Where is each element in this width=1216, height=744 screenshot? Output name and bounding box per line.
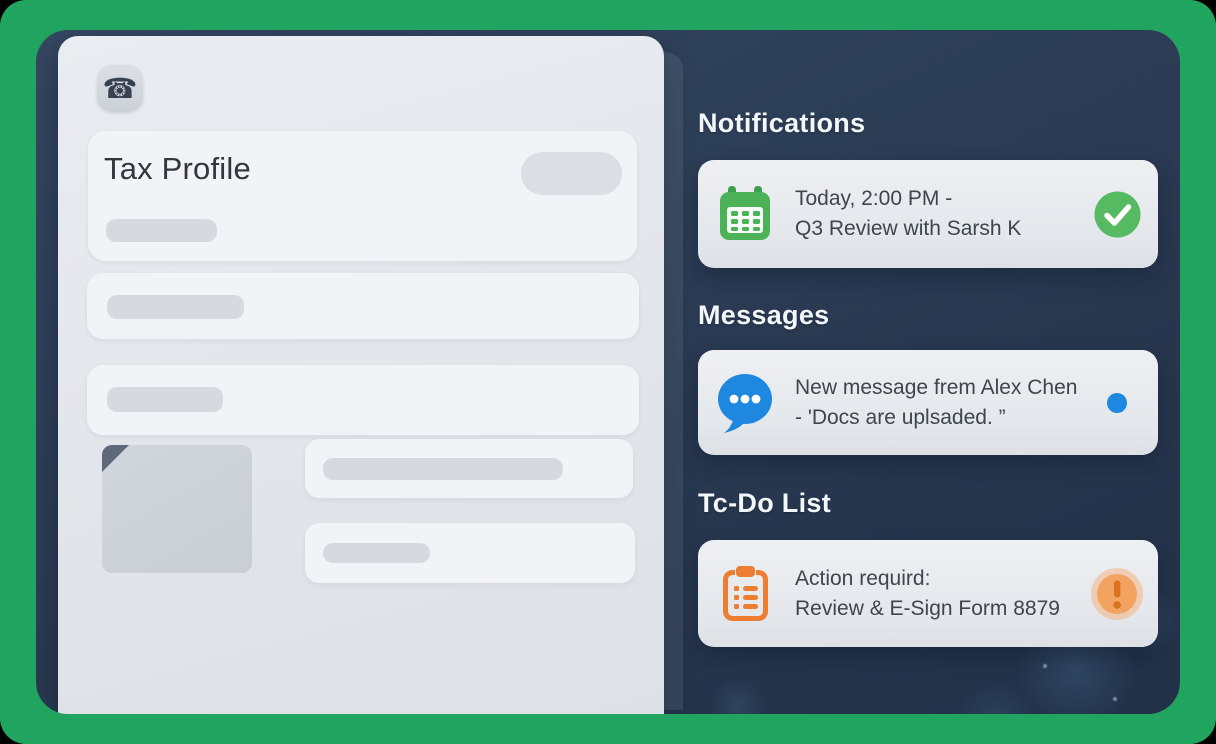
form-field-placeholder xyxy=(87,273,639,339)
tax-profile-card: Tax Profile xyxy=(88,131,637,261)
form-field-placeholder xyxy=(305,523,635,583)
page-title: Tax Profile xyxy=(104,151,251,187)
todo-card[interactable]: Action requird: Review & E-Sign Form 887… xyxy=(698,540,1158,647)
notification-line1: Today, 2:00 PM - xyxy=(795,184,1090,214)
unread-dot xyxy=(1090,393,1144,413)
message-line1: New message frem Alex Chen xyxy=(795,373,1090,403)
todo-text: Action requird: Review & E-Sign Form 887… xyxy=(795,564,1090,624)
todo-heading: Tc-Do List xyxy=(698,488,831,519)
message-text: New message frem Alex Chen - 'Docs are u… xyxy=(795,373,1090,433)
device-frame: ☎ Tax Profile Notifications xyxy=(0,0,1216,744)
text-placeholder-bar xyxy=(106,219,217,242)
form-field-placeholder xyxy=(87,365,639,435)
tax-profile-sheet: ☎ Tax Profile xyxy=(58,36,664,714)
alert-icon xyxy=(1090,567,1144,621)
document-thumbnail[interactable] xyxy=(102,445,252,573)
text-placeholder-bar xyxy=(107,295,244,319)
check-circle-icon xyxy=(1090,191,1144,238)
notification-text: Today, 2:00 PM - Q3 Review with Sarsh K xyxy=(795,184,1090,244)
message-card[interactable]: New message frem Alex Chen - 'Docs are u… xyxy=(698,350,1158,455)
text-placeholder-bar xyxy=(323,543,430,563)
notifications-heading: Notifications xyxy=(698,108,865,139)
notification-line2: Q3 Review with Sarsh K xyxy=(795,214,1090,244)
text-placeholder-bar xyxy=(323,458,563,480)
form-field-placeholder xyxy=(305,439,633,498)
notification-card[interactable]: Today, 2:00 PM - Q3 Review with Sarsh K xyxy=(698,160,1158,268)
text-placeholder-bar xyxy=(107,387,223,412)
chat-bubble-icon xyxy=(717,372,773,434)
action-pill-placeholder xyxy=(521,152,622,195)
messages-heading: Messages xyxy=(698,300,829,331)
phone-icon[interactable]: ☎ xyxy=(97,65,143,112)
clipboard-icon xyxy=(717,565,773,622)
todo-line1: Action requird: xyxy=(795,564,1090,594)
calendar-icon xyxy=(717,185,773,243)
phone-icon-glyph: ☎ xyxy=(103,75,138,103)
message-line2: - 'Docs are uplsaded. ” xyxy=(795,403,1090,433)
app-screen: ☎ Tax Profile Notifications xyxy=(36,30,1180,714)
todo-line2: Review & E-Sign Form 8879 xyxy=(795,594,1090,624)
